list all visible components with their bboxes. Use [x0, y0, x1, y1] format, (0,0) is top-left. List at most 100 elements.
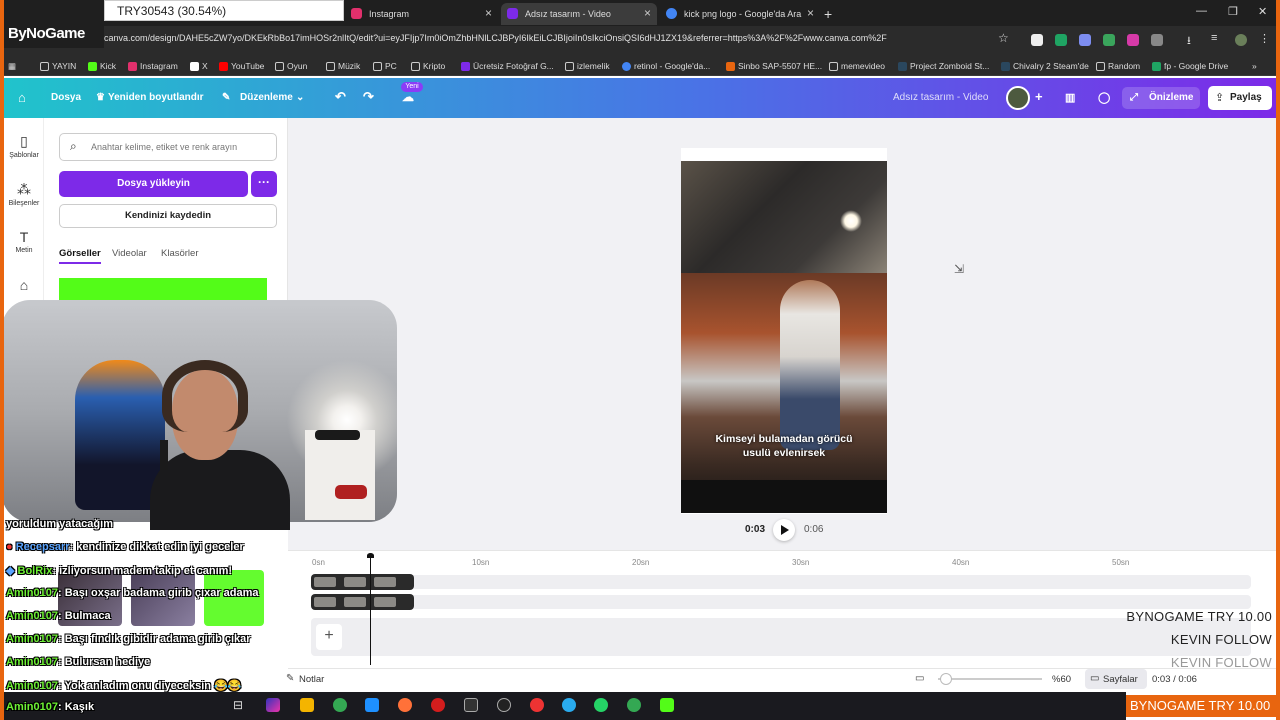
tab-canva[interactable]: Adsız tasarım - Video ×	[501, 3, 657, 25]
bookmark-yayin[interactable]: YAYIN	[40, 60, 76, 72]
bookmark-photos[interactable]: Ücretsiz Fotoğraf G...	[461, 60, 554, 72]
rail-brand[interactable]: ⌂	[6, 277, 42, 295]
playhead[interactable]	[370, 555, 371, 665]
bookmark-izlemelik[interactable]: izlemelik	[565, 60, 610, 72]
analytics-icon[interactable]: ▥	[1065, 91, 1075, 104]
bookmark-oyun[interactable]: Oyun	[275, 60, 307, 72]
cloud-saved-icon[interactable]: ☁	[402, 90, 414, 104]
edit-menu[interactable]: Düzenleme	[240, 92, 293, 103]
play-button[interactable]	[773, 519, 795, 541]
kick-logo-thumbnail[interactable]	[59, 278, 267, 300]
copilot-icon[interactable]	[266, 698, 280, 712]
close-icon[interactable]: ×	[807, 6, 814, 20]
bookmark-sinbo[interactable]: Sinbo SAP-5507 HE...	[726, 60, 822, 72]
app-icon[interactable]	[530, 698, 544, 712]
bookmark-drive[interactable]: fp - Google Drive	[1152, 60, 1228, 72]
address-input[interactable]: canva.com/design/DAHE5cZW7yo/DKEkRbBo17i…	[104, 33, 904, 49]
zoom-slider-handle[interactable]	[940, 673, 952, 685]
apps-icon[interactable]: ▦	[8, 60, 16, 72]
video-black-bar	[681, 480, 887, 513]
notes-button[interactable]: Notlar	[299, 674, 324, 685]
close-window-icon[interactable]: ✕	[1258, 5, 1267, 18]
bookmark-x[interactable]: X	[190, 60, 208, 72]
bookmark-retinol[interactable]: retinol - Google'da...	[622, 60, 710, 72]
cursor-icon: ⇲	[954, 262, 965, 276]
record-yourself-button[interactable]: Kendinizi kaydedin	[59, 204, 277, 228]
bookmark-chivalry[interactable]: Chivalry 2 Steam'de	[1001, 60, 1089, 72]
app-icon[interactable]	[497, 698, 511, 712]
undo-icon[interactable]: ↶	[335, 89, 346, 105]
close-icon[interactable]: ×	[644, 6, 651, 20]
close-icon[interactable]: ×	[485, 6, 492, 20]
tab-instagram[interactable]: Instagram ×	[345, 3, 498, 25]
extension-icon[interactable]	[1103, 34, 1115, 46]
extension-icon[interactable]	[1031, 34, 1043, 46]
extension-icon[interactable]	[1055, 34, 1067, 46]
tab-videos[interactable]: Videolar	[112, 248, 147, 259]
media-icon[interactable]: ≡	[1211, 32, 1223, 44]
firefox-icon[interactable]	[398, 698, 412, 712]
kick-icon[interactable]	[660, 698, 674, 712]
maximize-icon[interactable]: ❐	[1228, 5, 1238, 18]
playhead-handle[interactable]	[367, 553, 374, 558]
tab-google[interactable]: kick png logo - Google'da Ara ×	[660, 3, 820, 25]
chat-username: Amin0107	[6, 656, 58, 668]
task-view-icon[interactable]: ⊟	[233, 698, 247, 712]
elements-icon: ⁂	[17, 181, 31, 197]
bookmark-muzik[interactable]: Müzik	[326, 60, 360, 72]
resize-button[interactable]: Yeniden boyutlandır	[108, 92, 204, 103]
zoom-level[interactable]: %60	[1052, 674, 1071, 685]
upload-button[interactable]: Dosya yükleyin	[59, 171, 248, 197]
comment-icon[interactable]: ◯	[1098, 91, 1110, 104]
zoom-slider[interactable]	[938, 678, 1042, 680]
menu-icon[interactable]: ⋮	[1259, 32, 1271, 45]
rail-text[interactable]: T Metin	[6, 229, 42, 254]
chevron-down-icon[interactable]: ⌄	[296, 92, 304, 103]
redo-icon[interactable]: ↷	[363, 89, 374, 105]
timeline-clip[interactable]	[311, 574, 414, 590]
bookmark-zomboid[interactable]: Project Zomboid St...	[898, 60, 989, 72]
avatar[interactable]	[1006, 86, 1030, 110]
file-explorer-icon[interactable]	[300, 698, 314, 712]
bookmark-star-icon[interactable]: ☆	[998, 31, 1010, 45]
new-tab-button[interactable]: +	[816, 3, 846, 25]
telegram-icon[interactable]	[562, 698, 576, 712]
extension-icon[interactable]	[1127, 34, 1139, 46]
opera-icon[interactable]	[431, 698, 445, 712]
rail-elements[interactable]: ⁂ Bileşenler	[6, 181, 42, 207]
timeline-toggle-icon[interactable]: ▭	[915, 673, 924, 684]
webcam-model-car	[315, 430, 360, 440]
timeline-track[interactable]	[311, 575, 1251, 589]
notes-icon: ✎	[286, 673, 295, 684]
tab-images[interactable]: Görseller	[59, 248, 101, 259]
chrome-icon[interactable]	[627, 698, 641, 712]
bookmark-instagram[interactable]: Instagram	[128, 60, 178, 72]
rail-templates[interactable]: ▯ Şablonlar	[6, 133, 42, 159]
avatar[interactable]	[1235, 34, 1247, 46]
bookmark-kick[interactable]: Kick	[88, 60, 116, 72]
app-icon[interactable]	[464, 698, 478, 712]
bookmark-random[interactable]: Random	[1096, 60, 1140, 72]
download-icon[interactable]: ⭳	[1187, 32, 1199, 47]
bookmark-youtube[interactable]: YouTube	[219, 60, 264, 72]
bookmark-kripto[interactable]: Kripto	[411, 60, 445, 72]
whatsapp-icon[interactable]	[594, 698, 608, 712]
timeline-track[interactable]	[311, 595, 1251, 609]
chevron-right-icon[interactable]: »	[1252, 60, 1257, 72]
timeline-clip[interactable]	[311, 594, 414, 610]
puzzle-icon[interactable]	[1151, 34, 1163, 46]
bookmark-pc[interactable]: PC	[373, 60, 397, 72]
chrome-icon[interactable]	[333, 698, 347, 712]
minimize-icon[interactable]: —	[1196, 5, 1207, 17]
design-title[interactable]: Adsız tasarım - Video	[893, 92, 988, 103]
google-icon	[666, 8, 677, 19]
app-icon[interactable]	[365, 698, 379, 712]
file-menu[interactable]: Dosya	[51, 92, 81, 103]
add-collaborator-icon[interactable]: +	[1035, 89, 1043, 104]
extension-icon[interactable]	[1079, 34, 1091, 46]
tab-folders[interactable]: Klasörler	[161, 248, 199, 259]
home-icon[interactable]: ⌂	[18, 90, 26, 105]
bookmark-memevideo[interactable]: memevideo	[829, 60, 885, 72]
more-options-button[interactable]: ···	[251, 171, 277, 197]
add-page-button[interactable]: +	[316, 624, 342, 650]
